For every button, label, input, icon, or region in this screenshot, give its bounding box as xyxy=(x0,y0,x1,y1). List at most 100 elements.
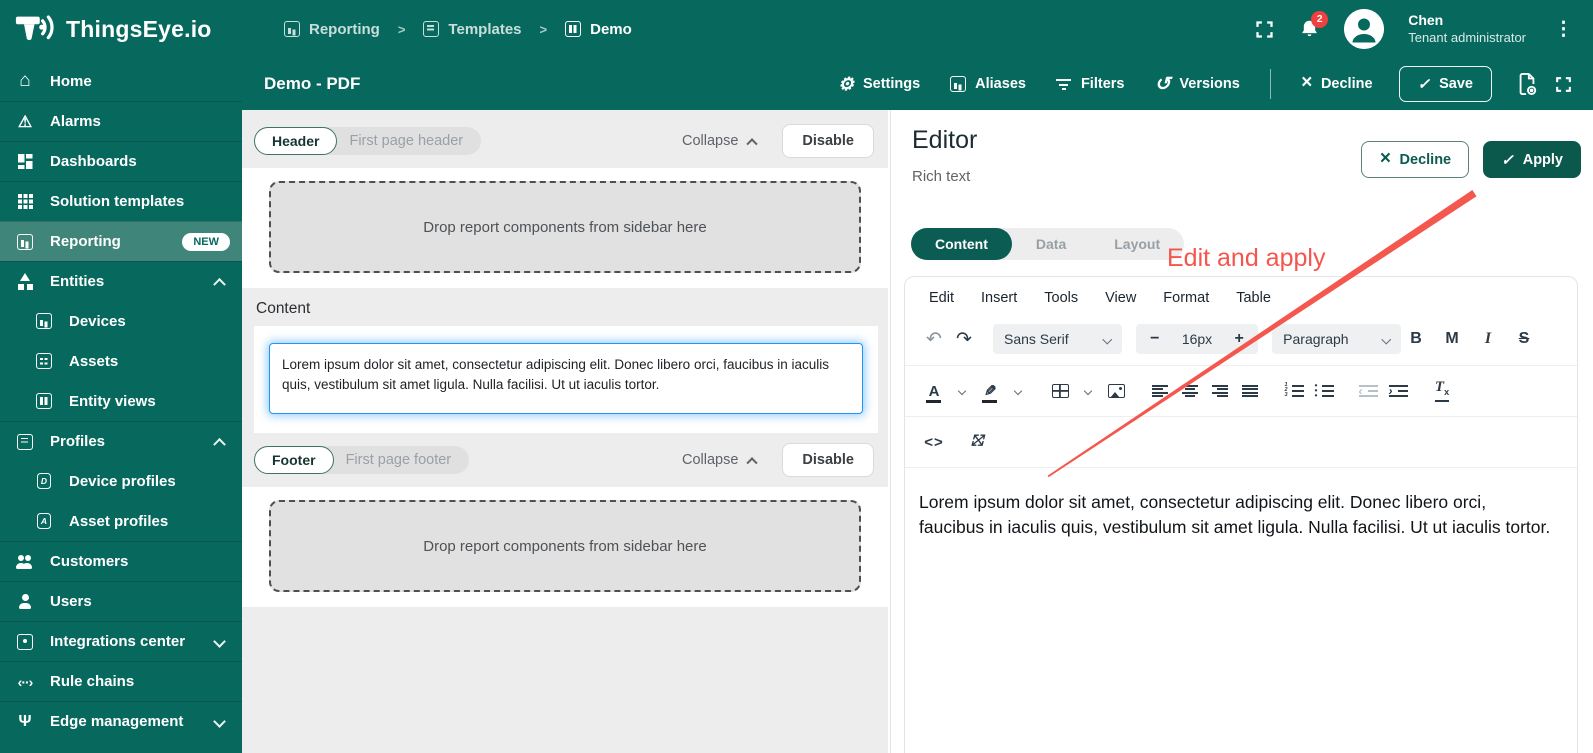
footer-disable-button[interactable]: Disable xyxy=(782,443,874,477)
sidebar-item-home[interactable]: Home xyxy=(0,61,242,101)
breadcrumb: Reporting > Templates > Demo xyxy=(278,17,638,42)
table-dropdown-icon[interactable] xyxy=(1075,376,1101,406)
strikethrough-button[interactable]: S xyxy=(1509,324,1539,354)
templates-icon xyxy=(423,21,439,37)
menu-format[interactable]: Format xyxy=(1163,290,1209,306)
notifications-bell-icon[interactable]: 2 xyxy=(1299,18,1320,41)
editor-apply-button[interactable]: Apply xyxy=(1483,141,1581,178)
redo-icon[interactable] xyxy=(949,324,979,354)
breadcrumb-templates[interactable]: Templates xyxy=(417,17,527,42)
header-dropzone[interactable]: Drop report components from sidebar here xyxy=(269,181,861,273)
sidebar-item-dashboards[interactable]: Dashboards xyxy=(0,141,242,181)
header-section-subtitle: First page header xyxy=(337,128,481,154)
decrease-font-icon[interactable] xyxy=(1140,324,1170,354)
tab-data[interactable]: Data xyxy=(1012,228,1090,260)
editor-decline-button[interactable]: Decline xyxy=(1361,141,1469,178)
sidebar-item-edge-management[interactable]: Edge management xyxy=(0,701,242,741)
filter-icon xyxy=(1056,78,1072,90)
fullscreen-editor-icon[interactable] xyxy=(1554,75,1573,94)
header-disable-button[interactable]: Disable xyxy=(782,124,874,158)
editor-content-area[interactable]: Lorem ipsum dolor sit amet, consectetur … xyxy=(905,468,1565,561)
fullscreen-icon[interactable] xyxy=(1254,19,1275,40)
footer-section-card: Drop report components from sidebar here xyxy=(242,487,888,607)
breadcrumb-separator: > xyxy=(540,22,548,37)
chevron-down-icon xyxy=(213,635,226,648)
text-color-dropdown-icon[interactable] xyxy=(949,376,975,406)
source-code-icon[interactable] xyxy=(919,427,949,457)
undo-icon[interactable] xyxy=(919,324,949,354)
chevron-down-icon xyxy=(213,715,226,728)
header-collapse-button[interactable]: Collapse xyxy=(682,133,756,149)
sidebar-item-solution-templates[interactable]: Solution templates xyxy=(0,181,242,221)
user-info[interactable]: Chen Tenant administrator xyxy=(1408,12,1526,46)
menu-view[interactable]: View xyxy=(1105,290,1136,306)
aliases-button[interactable]: Aliases xyxy=(938,69,1038,99)
footer-collapse-button[interactable]: Collapse xyxy=(682,452,756,468)
font-family-select[interactable]: Sans Serif xyxy=(993,324,1122,354)
breadcrumb-reporting[interactable]: Reporting xyxy=(278,17,386,42)
menu-table[interactable]: Table xyxy=(1236,290,1271,306)
breadcrumb-demo[interactable]: Demo xyxy=(559,17,638,42)
rule-chains-icon xyxy=(15,674,35,690)
menu-insert[interactable]: Insert xyxy=(981,290,1017,306)
versions-button[interactable]: Versions xyxy=(1142,66,1251,103)
sidebar-item-asset-profiles[interactable]: Asset profiles xyxy=(0,501,242,541)
avatar[interactable] xyxy=(1344,9,1384,49)
bold-button[interactable]: B xyxy=(1401,324,1431,354)
block-format-select[interactable]: Paragraph xyxy=(1272,324,1401,354)
highlight-dropdown-icon[interactable] xyxy=(1005,376,1031,406)
align-right-icon[interactable] xyxy=(1205,376,1235,406)
clear-formatting-icon[interactable]: Tx xyxy=(1427,376,1457,406)
kebab-menu-icon[interactable]: ⋮ xyxy=(1550,18,1577,41)
header-tag-button[interactable]: Header xyxy=(254,127,337,155)
sidebar-item-devices[interactable]: Devices xyxy=(0,301,242,341)
fullscreen-toggle-icon[interactable] xyxy=(963,427,993,457)
outdent-icon[interactable] xyxy=(1353,376,1383,406)
decline-button-top[interactable]: Decline xyxy=(1289,69,1385,99)
footer-tag-button[interactable]: Footer xyxy=(254,446,334,474)
sidebar-item-users[interactable]: Users xyxy=(0,581,242,621)
tab-content[interactable]: Content xyxy=(911,228,1012,260)
indent-icon[interactable] xyxy=(1383,376,1413,406)
customers-icon xyxy=(16,554,34,570)
sidebar-item-alarms[interactable]: Alarms xyxy=(0,101,242,141)
highlight-color-icon[interactable] xyxy=(975,376,1005,406)
ordered-list-icon[interactable] xyxy=(1279,376,1309,406)
sidebar-item-profiles[interactable]: Profiles xyxy=(0,421,242,461)
sidebar-item-rule-chains[interactable]: Rule chains xyxy=(0,661,242,701)
new-badge: NEW xyxy=(182,233,230,251)
sidebar-item-integrations-center[interactable]: Integrations center xyxy=(0,621,242,661)
export-document-icon[interactable] xyxy=(1516,72,1538,96)
chevron-up-icon xyxy=(747,138,758,149)
filters-button[interactable]: Filters xyxy=(1044,69,1137,99)
menu-tools[interactable]: Tools xyxy=(1044,290,1078,306)
sidebar-item-assets[interactable]: Assets xyxy=(0,341,242,381)
custom-m-button[interactable]: M xyxy=(1437,324,1467,354)
insert-table-icon[interactable] xyxy=(1045,376,1075,406)
footer-section-pill: Footer First page footer xyxy=(254,446,469,474)
italic-button[interactable]: I xyxy=(1473,324,1503,354)
integrations-icon xyxy=(17,634,33,650)
text-color-icon[interactable]: A xyxy=(919,376,949,406)
sidebar-item-customers[interactable]: Customers xyxy=(0,541,242,581)
menu-edit[interactable]: Edit xyxy=(929,290,954,306)
align-justify-icon[interactable] xyxy=(1235,376,1265,406)
insert-image-icon[interactable] xyxy=(1101,376,1131,406)
top-bar: ThingsEye.io Reporting > Templates > Dem… xyxy=(0,0,1593,58)
sidebar-item-device-profiles[interactable]: Device profiles xyxy=(0,461,242,501)
rich-text-block-selected[interactable]: Lorem ipsum dolor sit amet, consectetur … xyxy=(269,343,863,414)
reporting-icon xyxy=(284,21,300,37)
user-name: Chen xyxy=(1408,12,1526,30)
footer-dropzone[interactable]: Drop report components from sidebar here xyxy=(269,500,861,592)
bullet-list-icon[interactable] xyxy=(1309,376,1339,406)
sidebar-item-reporting[interactable]: Reporting NEW xyxy=(0,221,242,261)
sidebar-item-entity-views[interactable]: Entity views xyxy=(0,381,242,421)
alarms-icon xyxy=(15,112,35,132)
footer-section-subtitle: First page footer xyxy=(334,447,470,473)
thingseye-logo-icon xyxy=(14,12,56,46)
save-button[interactable]: Save xyxy=(1399,66,1492,102)
sidebar-item-entities[interactable]: Entities xyxy=(0,261,242,301)
settings-button[interactable]: Settings xyxy=(826,67,932,102)
brand[interactable]: ThingsEye.io xyxy=(0,12,246,46)
sidebar-nav: Home Alarms Dashboards Solution template… xyxy=(0,58,242,753)
